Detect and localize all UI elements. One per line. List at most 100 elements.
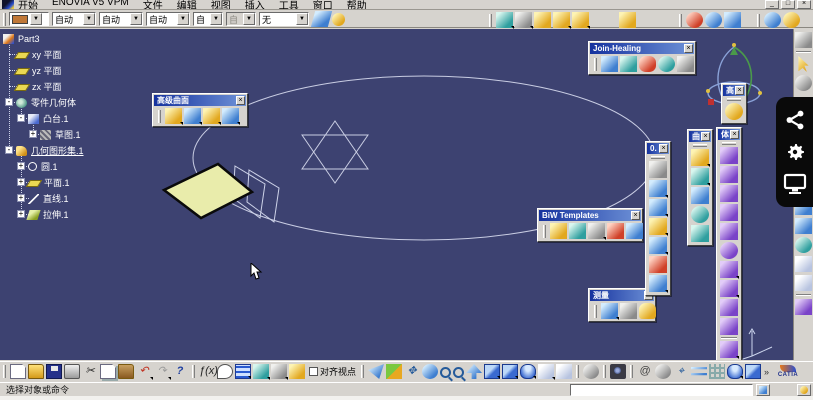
menu-window[interactable]: 窗口	[313, 0, 333, 9]
catalog-icon[interactable]	[534, 12, 551, 28]
menu-insert[interactable]: 插入	[245, 0, 265, 9]
shading-icon[interactable]	[520, 364, 537, 379]
cut-icon[interactable]: ✂	[82, 364, 98, 379]
intersect-icon[interactable]	[720, 280, 739, 298]
hexagram-triangle-down[interactable]	[301, 134, 369, 184]
tree-item-label[interactable]: 平面.1	[44, 176, 70, 189]
menu-edit[interactable]: 编辑	[177, 0, 197, 9]
toolbar-grip[interactable]	[722, 142, 736, 145]
turntable-icon[interactable]	[583, 364, 600, 379]
menu-help[interactable]: 帮助	[347, 0, 367, 9]
monitor-icon[interactable]	[783, 173, 807, 195]
volume-icon[interactable]	[720, 341, 739, 359]
tree-item-plane1[interactable]: 平面.1	[25, 176, 70, 189]
compass-manipulation-handle[interactable]	[708, 99, 714, 105]
blend-icon[interactable]	[649, 218, 668, 236]
tree-item-label[interactable]: 零件几何体	[31, 96, 76, 109]
toolbar-title[interactable]: 高	[726, 85, 734, 96]
chevron-down-icon[interactable]: ▼	[30, 13, 42, 25]
circle-icon[interactable]	[795, 237, 812, 253]
design-table-icon[interactable]	[235, 364, 251, 379]
bead-icon[interactable]	[626, 223, 643, 239]
chevron-down-icon[interactable]: ▼	[130, 13, 142, 25]
toolbar-grip[interactable]	[603, 365, 607, 378]
sweep-icon[interactable]	[649, 180, 668, 198]
catalog-browser-icon[interactable]	[271, 364, 288, 380]
toolbar-grip[interactable]	[693, 144, 707, 147]
advanced-surfaces-toolbar[interactable]: 高级曲面 ×	[152, 93, 248, 127]
operations-toolbar-0[interactable]: 0. ×	[645, 141, 671, 296]
toolbar-title[interactable]: 曲	[692, 131, 700, 142]
cylinder-view-icon[interactable]	[727, 364, 744, 379]
catalog-edit-icon[interactable]	[572, 12, 590, 29]
line-weight-select[interactable]: 自动 ▼	[99, 12, 143, 26]
menu-file[interactable]: 文件	[143, 0, 163, 9]
comment-icon[interactable]	[217, 364, 233, 379]
tree-item-sketch[interactable]: 草图.1	[40, 128, 81, 141]
pan-icon[interactable]: ✥	[404, 364, 420, 379]
remove-icon[interactable]	[720, 299, 738, 316]
axis-system-icon[interactable]: ⌖	[673, 364, 689, 379]
toolbar-grip[interactable]	[727, 98, 741, 101]
menu-tools[interactable]: 工具	[279, 0, 299, 9]
toolbar-title[interactable]: 测量	[593, 290, 609, 301]
tree-item-zx-plane[interactable]: zx 平面	[13, 80, 62, 93]
toolbar-title[interactable]: 体	[721, 129, 729, 140]
hole-icon[interactable]	[588, 223, 606, 240]
box-view-icon[interactable]	[745, 364, 762, 379]
equivalent-dimensions-icon[interactable]	[289, 364, 305, 379]
paste-icon[interactable]	[118, 364, 134, 379]
join-icon[interactable]	[601, 56, 618, 72]
tree-item-xy-plane[interactable]: xy 平面	[13, 48, 62, 61]
menu-enovia[interactable]: ENOVIA V5 VPM	[52, 0, 129, 8]
save-icon[interactable]	[46, 364, 62, 379]
close-icon[interactable]: ×	[659, 144, 668, 153]
wireframe-icon[interactable]	[538, 364, 556, 380]
chevron-down-icon[interactable]: ▼	[177, 13, 189, 25]
gear-icon[interactable]	[783, 140, 807, 164]
redo-icon[interactable]: ↷	[154, 364, 171, 380]
surfaces-toolbar[interactable]: 曲 ×	[687, 129, 713, 246]
timer-icon[interactable]	[655, 364, 672, 379]
snap-grid-icon[interactable]	[515, 12, 533, 29]
cylinder-surface-icon[interactable]	[691, 187, 709, 204]
at-icon[interactable]: @	[637, 364, 653, 379]
toolbar-grip[interactable]	[3, 365, 6, 378]
structure-tree-icon[interactable]	[253, 364, 270, 380]
toolbar-title[interactable]: 高级曲面	[157, 95, 189, 106]
walk-icon[interactable]	[691, 367, 708, 376]
toolbar-title[interactable]: 0.	[650, 144, 657, 153]
bumper-icon[interactable]	[165, 108, 183, 125]
assemble-icon[interactable]	[720, 318, 738, 335]
expander-icon[interactable]: +	[17, 194, 25, 202]
toolbar-grip[interactable]	[630, 365, 634, 378]
opacity-select[interactable]: 自动 ▼	[52, 12, 96, 26]
undo-icon[interactable]: ↶	[136, 364, 153, 380]
close-icon[interactable]: ×	[735, 86, 744, 95]
align-viewpoint-checkbox[interactable]	[309, 367, 318, 376]
hidden-line-icon[interactable]	[556, 364, 573, 379]
tree-item-circle[interactable]: 圆.1	[28, 160, 58, 173]
zoom-out-icon[interactable]	[453, 366, 465, 378]
star-icon[interactable]	[795, 75, 812, 91]
biw-templates-toolbar[interactable]: BiW Templates ×	[537, 208, 643, 242]
mating-flange-icon[interactable]	[607, 223, 624, 239]
menu-start[interactable]: 开始	[18, 0, 38, 9]
iso-view-icon[interactable]	[502, 364, 519, 379]
sweep-body-icon[interactable]	[222, 108, 240, 125]
copy-icon[interactable]	[100, 364, 116, 379]
catalog-open-icon[interactable]	[553, 12, 571, 29]
extrude-surface-icon[interactable]	[691, 149, 710, 167]
hexagram-triangle-up[interactable]	[301, 120, 369, 170]
volumes-toolbar[interactable]: 体 ×	[716, 127, 742, 360]
close-icon[interactable]: ×	[236, 96, 245, 105]
close-icon[interactable]: ×	[631, 211, 640, 220]
tree-item-part[interactable]: Part3	[3, 32, 40, 45]
tree-item-label[interactable]: 拉伸.1	[43, 208, 69, 221]
tree-item-pad[interactable]: 凸台.1	[28, 112, 69, 125]
fly-mode-icon[interactable]	[368, 364, 385, 379]
boolean-icon[interactable]	[720, 242, 738, 259]
toolbar-grip[interactable]	[489, 13, 492, 27]
toolbar-grip[interactable]	[679, 13, 682, 27]
tree-item-label[interactable]: 几何图形集.1	[31, 144, 84, 157]
